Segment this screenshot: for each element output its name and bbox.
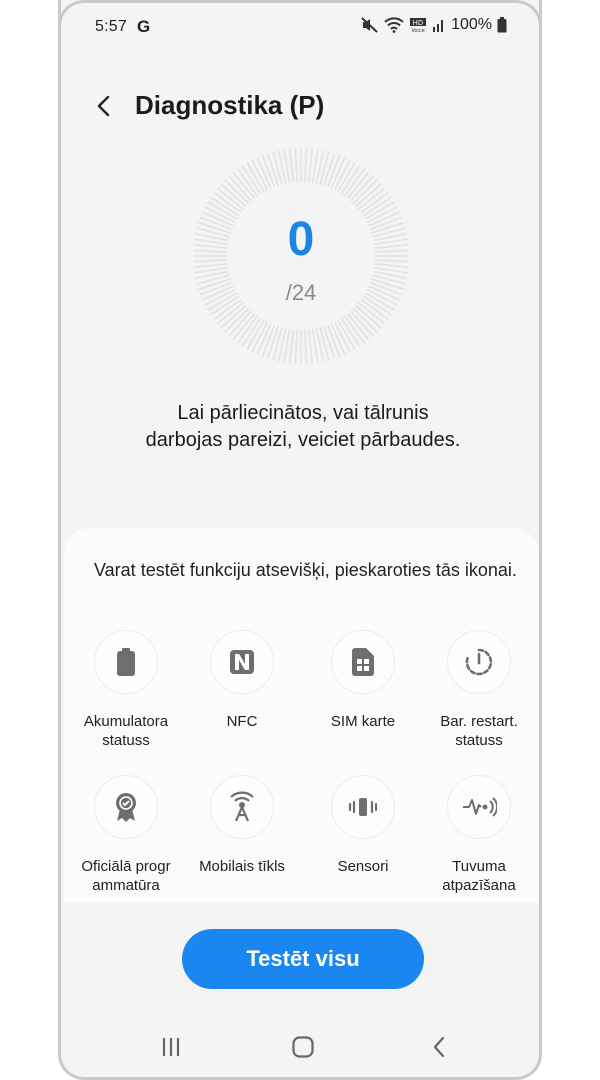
ring-tick	[294, 329, 298, 364]
test-label: Sensori	[337, 858, 389, 875]
test-label: Tuvuma atpazīšana	[442, 858, 516, 894]
status-time: 5:57	[95, 18, 127, 35]
test-label: Bar. restart. statuss	[440, 713, 518, 749]
phone-screen: 5:57 G HD Voice 100% Diagnostika (P) 0 /…	[58, 0, 542, 1080]
page-title: Diagnostika (P)	[135, 90, 325, 120]
battery-icon	[117, 648, 135, 676]
test-tile-battery[interactable]: Akumulatora statuss	[68, 630, 184, 750]
certified-badge-icon	[116, 793, 136, 822]
ring-tick	[355, 304, 382, 329]
test-tile-restart[interactable]: Bar. restart. statuss	[421, 630, 537, 750]
ring-tick	[304, 329, 308, 364]
test-icon-circle	[447, 775, 511, 839]
nav-home-button[interactable]	[283, 1034, 323, 1060]
test-tile-nfc[interactable]: NFC	[184, 630, 300, 731]
test-icon-circle	[210, 630, 274, 694]
test-label: Akumulatora statuss	[83, 713, 169, 749]
home-icon	[292, 1036, 314, 1058]
ring-tick	[228, 175, 253, 202]
wifi-icon	[384, 17, 404, 33]
recents-icon	[162, 1038, 180, 1056]
ring-tick	[288, 148, 295, 183]
svg-text:Voice: Voice	[411, 28, 424, 33]
ring-tick	[220, 183, 247, 208]
test-tile-sim[interactable]: SIM karte	[305, 630, 421, 731]
test-tile-sensors[interactable]: Sensori	[305, 775, 421, 876]
ring-tick	[352, 179, 378, 205]
battery-percent: 100%	[451, 16, 492, 33]
nav-recents-button[interactable]	[151, 1034, 191, 1060]
test-icon-circle	[94, 775, 158, 839]
ring-tick	[355, 183, 382, 208]
back-button[interactable]	[89, 90, 119, 122]
mute-icon	[361, 17, 379, 33]
test-label: SIM karte	[330, 713, 396, 730]
test-tile-mobile-network[interactable]: Mobilais tīkls	[184, 775, 300, 876]
tests-hint: Varat testēt funkciju atsevišķi, pieskar…	[94, 560, 517, 580]
nav-back-button[interactable]	[419, 1034, 459, 1060]
signal-icon	[432, 17, 446, 33]
nfc-icon	[230, 650, 254, 674]
sim-card-icon	[352, 648, 374, 676]
back-arrow-icon	[97, 95, 110, 117]
cell-tower-icon	[230, 791, 254, 822]
test-tile-firmware[interactable]: Oficiālā progr ammatūra	[68, 775, 184, 895]
ring-tick	[304, 148, 308, 183]
ring-tick	[352, 307, 378, 333]
ring-tick	[288, 329, 295, 364]
description-text: Lai pārliecinātos, vai tālrunis darbojas…	[145, 402, 461, 451]
test-icon-circle	[210, 775, 274, 839]
navigation-bar	[61, 1024, 539, 1070]
nav-back-icon	[433, 1036, 445, 1058]
vibration-sensor-icon	[348, 798, 378, 816]
ring-tick	[349, 175, 374, 202]
test-label: Oficiālā progr ammatūra	[81, 858, 171, 894]
ring-tick	[349, 310, 374, 337]
power-restart-icon	[465, 648, 493, 676]
progress-total: /24	[285, 280, 317, 305]
app-header: Diagnostika (P)	[61, 86, 539, 126]
test-label: NFC	[226, 713, 258, 730]
status-icons: HD Voice 100%	[361, 16, 507, 34]
test-icon-circle	[331, 630, 395, 694]
hd-voice-icon: HD Voice	[409, 17, 427, 33]
ring-tick	[224, 179, 250, 205]
test-label: Mobilais tīkls	[199, 858, 285, 875]
ring-tick	[294, 148, 298, 183]
ring-tick	[307, 329, 314, 364]
proximity-wave-icon	[463, 797, 497, 817]
test-icon-circle	[94, 630, 158, 694]
test-tile-proximity[interactable]: Tuvuma atpazīšana	[421, 775, 537, 895]
google-badge: G	[137, 17, 151, 36]
svg-text:HD: HD	[413, 19, 424, 27]
test-icon-circle	[447, 630, 511, 694]
test-icon-circle	[331, 775, 395, 839]
tests-panel: Varat testēt funkciju atsevišķi, pieskar…	[64, 528, 539, 903]
ring-tick	[228, 310, 253, 337]
test-all-button[interactable]: Testēt visu	[182, 929, 424, 989]
ring-tick	[307, 148, 314, 183]
status-bar: 5:57 G HD Voice 100%	[61, 0, 539, 52]
battery-icon	[497, 17, 507, 33]
progress-count: 0	[287, 213, 315, 266]
ring-tick	[220, 304, 247, 329]
ring-tick	[224, 307, 250, 333]
